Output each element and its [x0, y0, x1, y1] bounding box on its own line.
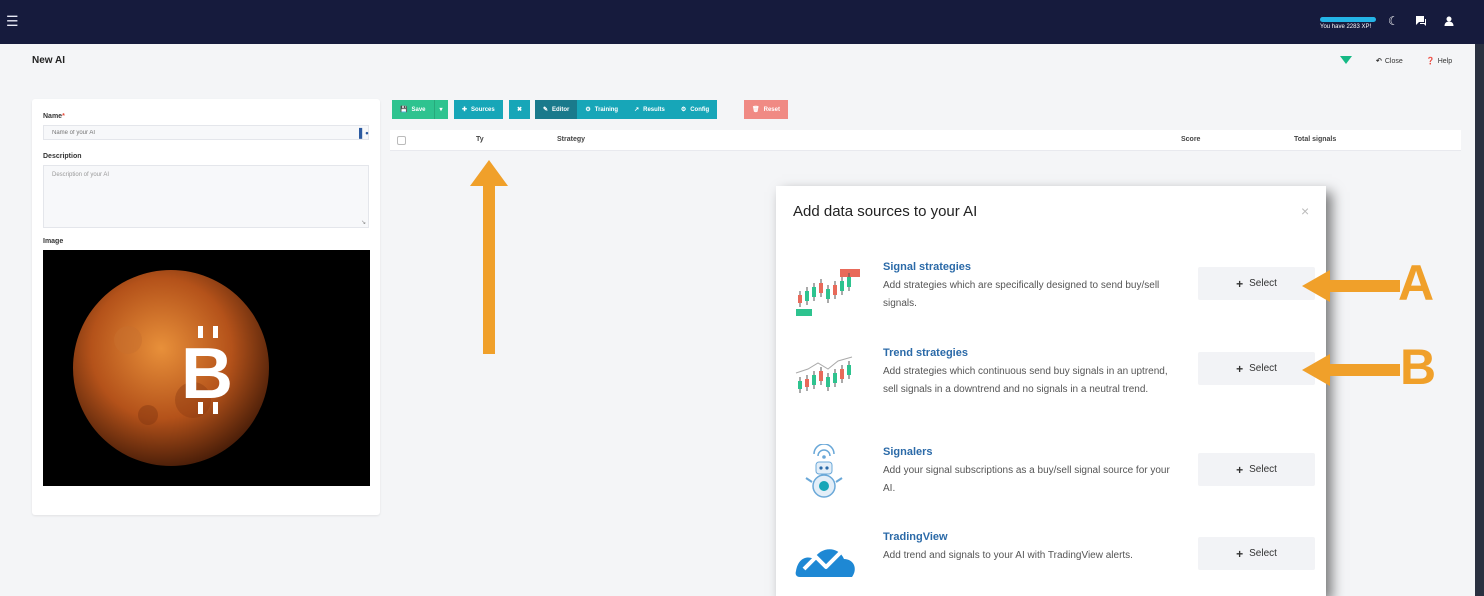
save-label: Save	[411, 106, 426, 113]
xp-text: You have 2283 XP!	[1320, 24, 1372, 30]
close-label: Close	[1384, 58, 1403, 65]
source-title[interactable]: Trend strategies	[883, 347, 968, 359]
modal-close-icon[interactable]: ×	[1301, 203, 1309, 219]
pencil-icon: ✎	[543, 107, 549, 113]
help-icon: ❓	[1426, 58, 1435, 65]
toolbar-tabs: ✎ Editor ⚙ Training ↗ Results ⚙ Config	[535, 100, 718, 119]
toolbar-sources: ✚ Sources	[454, 100, 503, 119]
top-navbar: ☰ You have 2283 XP! ☾	[0, 0, 1484, 44]
hamburger-icon[interactable]: ☰	[6, 14, 19, 28]
plus-icon: +	[1236, 462, 1244, 477]
user-icon[interactable]	[1443, 15, 1455, 29]
annotation-up-arrow	[470, 160, 508, 354]
training-label: Training	[594, 106, 619, 113]
column-strategy[interactable]: Strategy	[557, 136, 585, 143]
annotation-arrow-a	[1302, 270, 1400, 302]
reset-button[interactable]: 🗑 Reset	[744, 100, 788, 119]
source-desc: Add trend and signals to your AI with Tr…	[883, 550, 1133, 561]
trash-icon: 🗑	[752, 107, 760, 113]
modal-title: Add data sources to your AI	[793, 203, 978, 220]
chart-line-icon: ↗	[634, 107, 640, 113]
floppy-icon: 💾	[400, 107, 408, 113]
select-label: Select	[1249, 363, 1277, 374]
bitcoin-symbol: B	[181, 334, 233, 414]
help-label: Help	[1437, 58, 1453, 65]
cog-icon: ⚙	[680, 107, 687, 113]
reset-label: Reset	[763, 106, 780, 113]
page-title: New AI	[32, 55, 65, 66]
tab-config[interactable]: ⚙ Config	[672, 100, 718, 119]
select-label: Select	[1249, 548, 1277, 559]
tradingview-icon	[795, 549, 855, 577]
column-total-signals[interactable]: Total signals	[1294, 136, 1336, 143]
select-all-checkbox[interactable]	[397, 136, 406, 145]
toolbar-left: 💾 Save ▾	[392, 100, 448, 119]
select-tradingview-button[interactable]: + Select	[1198, 537, 1315, 570]
results-label: Results	[643, 106, 665, 113]
toolbar-tools: ✖	[509, 100, 531, 119]
tools-button[interactable]: ✖	[509, 100, 531, 119]
description-textarea[interactable]: Description of your AI ↘	[43, 165, 369, 228]
select-label: Select	[1249, 278, 1277, 289]
save-dropdown-button[interactable]: ▾	[433, 100, 448, 119]
brain-icon: ⚙	[585, 107, 591, 113]
plus-icon: ✚	[462, 107, 468, 113]
save-button[interactable]: 💾 Save	[392, 100, 434, 119]
chat-icon[interactable]	[1415, 15, 1427, 29]
tab-results[interactable]: ↗ Results	[626, 100, 673, 119]
plus-icon: +	[1236, 361, 1244, 376]
strategy-table-header: Ty Strategy Score Total signals	[390, 130, 1461, 151]
source-desc: Add strategies which continuous send buy…	[883, 366, 1168, 395]
sources-button[interactable]: ✚ Sources	[454, 100, 503, 119]
config-label: Config	[690, 106, 710, 113]
toolbar-reset: 🗑 Reset	[744, 100, 788, 119]
signal-chart-icon	[796, 269, 860, 316]
plus-icon: +	[1236, 546, 1244, 561]
source-title[interactable]: Signal strategies	[883, 261, 971, 273]
editor-label: Editor	[552, 106, 570, 113]
select-signalers-button[interactable]: + Select	[1198, 453, 1315, 486]
description-placeholder: Description of your AI	[52, 172, 110, 178]
plus-icon: +	[1236, 276, 1244, 291]
select-signal-strategies-button[interactable]: + Select	[1198, 267, 1315, 300]
xp-indicator[interactable]: You have 2283 XP!	[1320, 17, 1376, 30]
annotation-letter-a: A	[1398, 255, 1435, 311]
xp-progress-bar	[1320, 17, 1376, 22]
ai-image[interactable]: B	[43, 250, 370, 486]
moon-icon[interactable]: ☾	[1388, 15, 1399, 27]
select-trend-strategies-button[interactable]: + Select	[1198, 352, 1315, 385]
column-score[interactable]: Score	[1181, 136, 1200, 143]
column-type[interactable]: Ty	[476, 136, 484, 143]
resize-grip-icon[interactable]: ↘	[361, 219, 366, 226]
source-desc: Add strategies which are specifically de…	[883, 280, 1160, 309]
ai-form-card: Name* ▌• Description Description of your…	[32, 99, 380, 515]
add-data-sources-modal: Add data sources to your AI × Signal str…	[776, 186, 1326, 596]
gem-icon[interactable]	[1340, 56, 1352, 64]
tab-training[interactable]: ⚙ Training	[577, 100, 627, 119]
select-label: Select	[1249, 464, 1277, 475]
source-desc: Add your signal subscriptions as a buy/s…	[883, 465, 1170, 494]
description-label: Description	[43, 153, 82, 160]
trend-chart-icon	[795, 356, 853, 393]
reply-arrow-icon: ↶	[1376, 58, 1382, 65]
name-label: Name*	[43, 113, 65, 120]
source-title[interactable]: Signalers	[883, 446, 933, 458]
close-link[interactable]: ↶ Close	[1376, 57, 1403, 65]
image-label: Image	[43, 238, 64, 245]
source-title[interactable]: TradingView	[883, 531, 948, 543]
caret-down-icon: ▾	[439, 107, 443, 113]
sources-label: Sources	[471, 106, 495, 113]
annotation-arrow-b	[1302, 354, 1400, 386]
annotation-letter-b: B	[1400, 339, 1437, 395]
autofill-icon[interactable]: ▌•	[359, 128, 369, 138]
name-input[interactable]	[43, 125, 369, 140]
tab-editor[interactable]: ✎ Editor	[535, 100, 578, 119]
help-link[interactable]: ❓ Help	[1426, 57, 1452, 65]
robot-icon	[805, 444, 843, 498]
wrench-icon: ✖	[517, 107, 523, 113]
